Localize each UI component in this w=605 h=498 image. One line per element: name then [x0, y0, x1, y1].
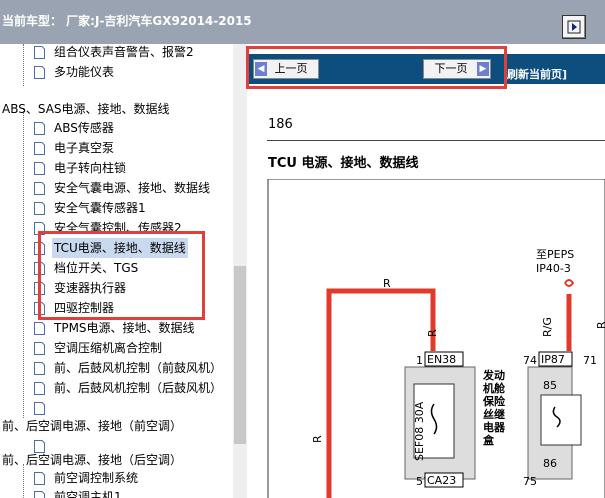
- wire-label-r-right: R: [595, 321, 605, 329]
- page-nav-strip: ◀ 上一页 下一页 ▶ 刷新当前页]: [247, 54, 605, 84]
- tree-item-label: 变速器执行器: [54, 281, 127, 295]
- wire-label-r-vertical: R: [426, 329, 439, 337]
- tree-item-label: 前、后鼓风机控制（后鼓风机）: [54, 381, 223, 395]
- document-icon: [34, 45, 45, 59]
- tree-item-label: 安全气囊控制、传感器2: [54, 221, 182, 235]
- document-viewer: ◀ 上一页 下一页 ▶ 刷新当前页] 186 TCU 电源、接地、数据线 R R…: [247, 44, 605, 498]
- right-arrow-icon: ▶: [477, 62, 489, 76]
- prev-page-button[interactable]: ◀ 上一页: [253, 59, 319, 79]
- document-icon: [34, 321, 45, 335]
- peps-label: 至PEPS: [536, 248, 574, 261]
- document-icon: [34, 471, 45, 485]
- connector-ca23-label: CA23: [427, 474, 456, 487]
- tree-guide-line: [23, 108, 24, 418]
- document-icon: [34, 281, 45, 295]
- tree-scrollbar[interactable]: [233, 44, 247, 498]
- pin-85: 85: [543, 379, 557, 392]
- document-icon: [34, 121, 45, 135]
- pin-86: 86: [543, 457, 557, 470]
- document-icon: [34, 141, 45, 155]
- tree-item-label: 档位开关、TGS: [54, 261, 139, 275]
- exit-arrow-icon: [567, 20, 581, 34]
- document-icon: [34, 361, 45, 375]
- document-icon: [34, 241, 45, 255]
- fuse-label: SEF08 30A: [413, 401, 426, 461]
- document-icon: [34, 201, 45, 215]
- tree-item-label: 多功能仪表: [54, 65, 115, 79]
- tree-item-label: 电子真空泵: [54, 141, 115, 155]
- document-icon: [34, 341, 45, 355]
- wire-break-mark: [564, 279, 575, 287]
- tree-item-label: 安全气囊传感器1: [54, 201, 146, 215]
- tree-item-label: 电子转向柱锁: [54, 161, 127, 175]
- pin-71: 71: [583, 354, 597, 367]
- document-icon: [34, 381, 45, 395]
- tree-item-label: 前空调控制系统: [54, 471, 139, 485]
- tree-item-label: 四驱控制器: [54, 301, 115, 315]
- relay-inner-frame: [540, 394, 582, 446]
- next-page-label: 下一页: [434, 62, 468, 75]
- next-page-button[interactable]: 下一页 ▶: [423, 59, 491, 79]
- page-title: TCU 电源、接地、数据线: [268, 156, 419, 171]
- tree-group-label: 前、后空调电源、接地（前空调）: [2, 419, 183, 433]
- tree-item-label: 空调压缩机离合控制: [54, 341, 163, 355]
- document-icon: [34, 181, 45, 195]
- tree-item-label: 前空调主机1: [54, 490, 122, 498]
- left-arrow-icon: ◀: [255, 62, 267, 76]
- tree-item-label: TPMS电源、接地、数据线: [54, 321, 195, 335]
- circuit-tree-panel: 组合仪表声音警告、报警2 多功能仪表 ABS、SAS电源、接地、数据线 ABS传…: [0, 44, 233, 498]
- wiring-diagram: R R R R/G R 至PEPS IP40-3 1 EN38 74 IP87 …: [267, 179, 605, 498]
- wire-label-r-left: R: [311, 435, 324, 443]
- tree-group-label: 前、后空调电源、接地（后空调）: [2, 453, 183, 467]
- tree-group-label: ABS、SAS电源、接地、数据线: [2, 102, 170, 116]
- document-icon: [34, 65, 45, 79]
- scrollbar-thumb[interactable]: [234, 266, 246, 444]
- pin-1: 1: [416, 354, 423, 367]
- tree-guide-line: [23, 44, 24, 86]
- exit-button[interactable]: [562, 15, 586, 39]
- peps-pin-label: IP40-3: [536, 262, 571, 275]
- page-number: 186: [268, 117, 293, 132]
- wire-label-rg: R/G: [541, 317, 554, 337]
- document-icon: [34, 221, 45, 235]
- refresh-link[interactable]: 刷新当前页]: [507, 66, 567, 82]
- tree-item-label: 前、后鼓风机控制（前鼓风机）: [54, 361, 223, 375]
- divider: [267, 140, 605, 141]
- current-model-title: 当前车型： 厂家:J-吉利汽车GX92014-2015: [2, 14, 252, 28]
- connector-en38-label: EN38: [427, 353, 456, 366]
- pin-75: 75: [523, 475, 537, 488]
- relay-box-label: 发动 机舱 保险 丝继 电器 盒: [482, 368, 509, 447]
- tree-item-label: ABS传感器: [54, 121, 114, 135]
- top-header-bar: 当前车型： 厂家:J-吉利汽车GX92014-2015: [0, 0, 605, 44]
- document-icon: [34, 401, 45, 415]
- pin-74: 74: [523, 354, 537, 367]
- connector-ip87-label: IP87: [541, 353, 565, 366]
- tree-item-label: TCU电源、接地、数据线: [52, 238, 188, 258]
- wire-label-r-top: R: [383, 277, 391, 290]
- tree-item-label: 安全气囊电源、接地、数据线: [54, 181, 211, 195]
- document-icon: [34, 301, 45, 315]
- document-icon: [34, 161, 45, 175]
- tree-item-label: 组合仪表声音警告、报警2: [54, 45, 194, 59]
- document-icon: [34, 261, 45, 275]
- prev-page-label: 上一页: [274, 62, 308, 75]
- document-icon: [34, 490, 45, 498]
